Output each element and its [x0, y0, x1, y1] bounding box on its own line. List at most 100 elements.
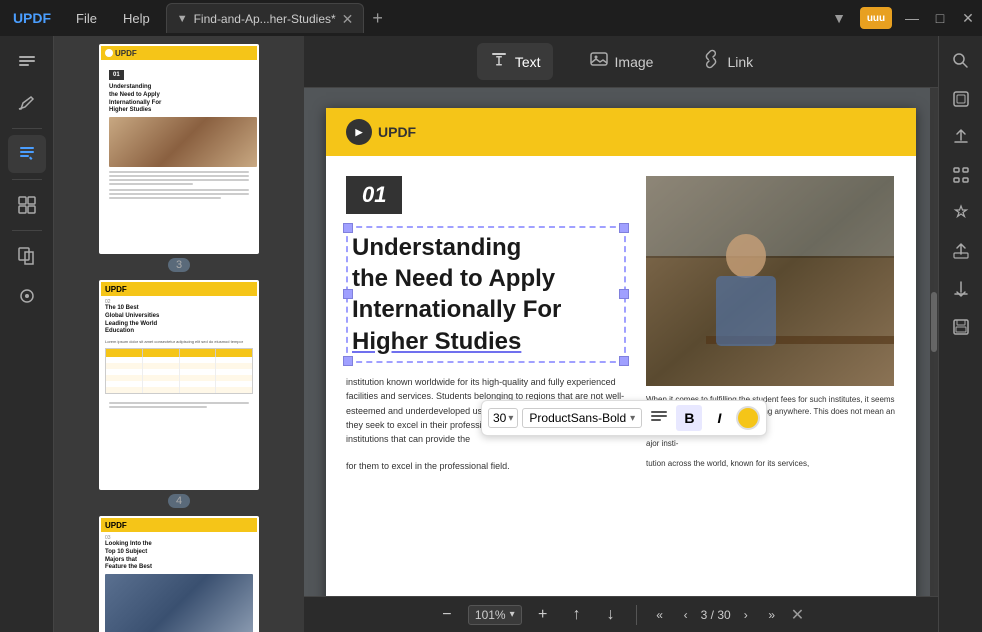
selection-handle-br[interactable]	[619, 356, 629, 366]
text-tool-icon	[489, 49, 509, 74]
page-3-label: 3	[168, 258, 190, 272]
ocr-tool-button[interactable]	[8, 277, 46, 315]
selection-handle-ml[interactable]	[343, 289, 353, 299]
thumbnail-img-5: UPDF 03 Looking Into theTop 10 SubjectMa…	[99, 516, 259, 632]
tab-list-icon[interactable]: ▼	[824, 10, 854, 26]
scrollbar-thumb[interactable]	[931, 292, 937, 352]
top-toolbar: Text Image Link	[304, 36, 938, 88]
nav-close-button[interactable]: ✕	[787, 605, 808, 625]
text-color-button[interactable]	[736, 406, 760, 430]
zoom-out-button[interactable]: −	[434, 602, 460, 628]
text-tool-button[interactable]: Text	[477, 43, 553, 80]
ai-right-button[interactable]	[944, 196, 978, 230]
selection-handle-tl[interactable]	[343, 223, 353, 233]
pdf-logo-circle: ▶	[346, 119, 372, 145]
reader-tool-button[interactable]	[8, 44, 46, 82]
left-sidebar	[0, 36, 54, 632]
tab-title: Find-and-Ap...her-Studies*	[194, 12, 336, 26]
font-size-dropdown-icon[interactable]: ▾	[508, 413, 513, 424]
pdf-viewer[interactable]: ▶ UPDF 01	[304, 88, 938, 596]
tool-separator-3	[12, 230, 42, 231]
scroll-down-button[interactable]: ↓	[598, 602, 624, 628]
link-tool-button[interactable]: Link	[689, 43, 765, 80]
annotate-tool-button[interactable]	[8, 84, 46, 122]
thumb4-table	[105, 348, 253, 394]
italic-button[interactable]: I	[706, 405, 732, 431]
scroll-up-button[interactable]: ↑	[564, 602, 590, 628]
ocr-right-button[interactable]	[944, 82, 978, 116]
search-right-button[interactable]	[944, 44, 978, 78]
first-page-button[interactable]: «	[649, 604, 671, 626]
thumb4-header: UPDF	[101, 282, 257, 296]
selection-handle-bl[interactable]	[343, 356, 353, 366]
file-menu[interactable]: File	[64, 7, 109, 30]
text-selection-box[interactable]: Understanding the Need to Apply Internat…	[346, 226, 626, 363]
convert-tool-button[interactable]	[8, 237, 46, 275]
close-button[interactable]: ✕	[954, 4, 982, 32]
edit-tool-button[interactable]	[8, 135, 46, 173]
zoom-in-button[interactable]: +	[530, 602, 556, 628]
page-4-label: 4	[168, 494, 190, 508]
image-tool-icon	[589, 49, 609, 74]
maximize-button[interactable]: □	[926, 4, 954, 32]
image-tool-button[interactable]: Image	[577, 43, 666, 80]
thumb4-text	[105, 398, 253, 412]
text-tool-label: Text	[515, 54, 541, 70]
pdf-photo-svg	[646, 176, 894, 386]
link-tool-label: Link	[727, 54, 753, 70]
page-navigation: « ‹ 3 / 30 › » ✕	[649, 604, 808, 626]
thumbnail-page-5[interactable]: UPDF 03 Looking Into theTop 10 SubjectMa…	[62, 516, 296, 632]
share-right-button[interactable]	[944, 234, 978, 268]
pdf-page: ▶ UPDF 01	[326, 108, 916, 596]
right-sidebar	[938, 36, 982, 632]
thumbnail-img-3: UPDF 01 Understandingthe Need to ApplyIn…	[99, 44, 259, 254]
menu-bar: File Help	[64, 7, 162, 30]
updf-brand-badge: uuu	[860, 7, 892, 29]
italic-label: I	[717, 410, 721, 426]
image-tool-label: Image	[615, 54, 654, 70]
current-page-display: 3 / 30	[701, 608, 731, 622]
next-page-button[interactable]: ›	[735, 604, 757, 626]
selection-handle-mr[interactable]	[619, 289, 629, 299]
selection-handle-tr[interactable]	[619, 223, 629, 233]
pdf-caption-3: tution across the world, known for its s…	[646, 458, 896, 470]
thumb3-photo	[109, 117, 257, 167]
font-size-value: 30	[493, 411, 506, 425]
thumbnail-img-4: UPDF 02 The 10 BestGlobal UniversitiesLe…	[99, 280, 259, 490]
help-menu[interactable]: Help	[111, 7, 162, 30]
titlebar: UPDF File Help ▼ Find-and-Ap...her-Studi…	[0, 0, 982, 36]
thumbnail-page-4[interactable]: UPDF 02 The 10 BestGlobal UniversitiesLe…	[62, 280, 296, 508]
tab-bar: ▼ Find-and-Ap...her-Studies* ✕ + ▼ uuu —…	[166, 3, 982, 33]
last-page-button[interactable]: »	[761, 604, 783, 626]
pdf-logo-text: UPDF	[378, 124, 416, 140]
font-size-input[interactable]: 30 ▾	[488, 408, 518, 428]
bold-button[interactable]: B	[676, 405, 702, 431]
new-tab-button[interactable]: +	[364, 8, 391, 29]
bottom-separator	[636, 605, 637, 625]
app-logo: UPDF	[0, 10, 64, 26]
font-name-dropdown[interactable]: ProductSans-Bold ▾	[522, 408, 642, 428]
font-dropdown-icon: ▾	[630, 413, 635, 424]
tab-close-icon[interactable]: ✕	[342, 12, 354, 26]
bold-label: B	[684, 410, 694, 426]
scan-right-button[interactable]	[944, 158, 978, 192]
pdf-body: 01 Understanding the Ne	[326, 156, 916, 493]
scrollbar-track[interactable]	[930, 88, 938, 596]
thumbnail-page-3[interactable]: UPDF 01 Understandingthe Need to ApplyIn…	[62, 44, 296, 272]
pdf-body-text-2: for them to excel in the professional fi…	[346, 459, 626, 473]
organize-tool-button[interactable]	[8, 186, 46, 224]
pdf-caption-2: ajor insti-	[646, 438, 896, 450]
save-right-button[interactable]	[944, 310, 978, 344]
pdf-page-header: ▶ UPDF	[326, 108, 916, 156]
active-tab[interactable]: ▼ Find-and-Ap...her-Studies* ✕	[166, 3, 365, 33]
download-right-button[interactable]	[944, 272, 978, 306]
thumb3-title: Understandingthe Need to ApplyInternatio…	[109, 84, 249, 115]
zoom-dropdown-icon[interactable]: ▾	[510, 609, 515, 620]
align-button[interactable]	[646, 405, 672, 431]
prev-page-button[interactable]: ‹	[675, 604, 697, 626]
export-right-button[interactable]	[944, 120, 978, 154]
zoom-level-display[interactable]: 101% ▾	[468, 605, 522, 625]
thumbnail-panel: UPDF 01 Understandingthe Need to ApplyIn…	[54, 36, 304, 632]
thumb3-logo-dot	[105, 49, 113, 57]
minimize-button[interactable]: —	[898, 4, 926, 32]
